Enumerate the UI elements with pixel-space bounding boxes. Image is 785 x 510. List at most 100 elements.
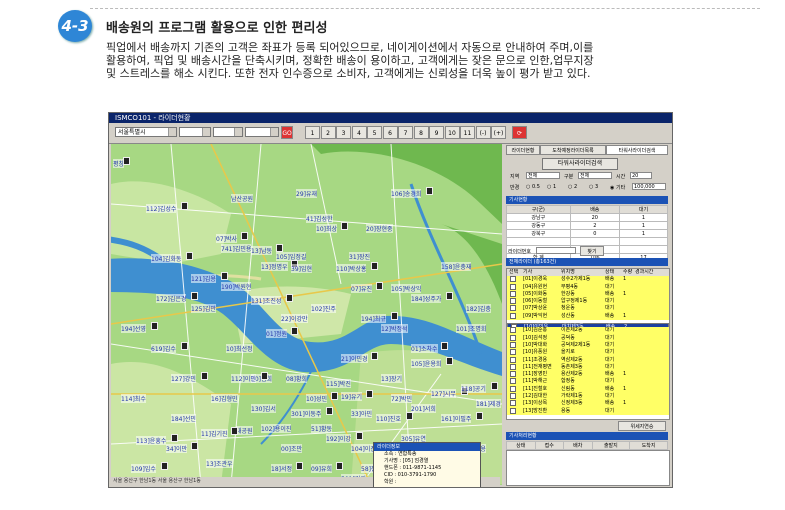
radius-option[interactable]: ○ 1 <box>547 184 556 190</box>
seoul-map[interactable]: 평창 남산공원 112]김성수 29]유재 106]송경희 41]김성한 10]최상 20]장… <box>111 144 502 485</box>
rider-marker-label[interactable]: 106]송경희 <box>391 189 422 198</box>
dong-select[interactable] <box>213 127 243 137</box>
rider-pin-icon[interactable] <box>491 382 498 390</box>
rider-marker-label[interactable]: 09]유희 <box>311 464 333 473</box>
checkbox[interactable] <box>510 334 516 341</box>
rider-marker-label[interactable]: 대공원 <box>236 426 253 435</box>
rider-marker-label[interactable]: 07]유진 <box>351 284 373 293</box>
rider-marker-label[interactable]: 13]장기 <box>381 374 403 383</box>
rider-marker-label[interactable]: 182]김충 <box>466 304 491 313</box>
rider-number-input[interactable] <box>536 247 576 254</box>
rider-marker-label[interactable]: 07]박사 <box>216 234 238 243</box>
zoom-level-button[interactable]: 2 <box>320 126 336 139</box>
rider-marker-label[interactable]: 18]서정 <box>271 464 293 473</box>
rider-pin-icon[interactable] <box>366 390 373 398</box>
rider-pin-icon[interactable] <box>446 357 453 365</box>
radius-input[interactable]: 100,000 <box>632 183 666 190</box>
zoom-level-button[interactable]: 1 <box>305 126 320 139</box>
rider-marker-label[interactable]: 21]이민경 <box>341 354 368 363</box>
rider-pin-icon[interactable] <box>446 292 453 300</box>
rider-marker-label[interactable]: 101]조명회 <box>456 324 487 333</box>
checkbox[interactable] <box>510 283 516 290</box>
status-filter[interactable]: 전체 <box>578 172 612 179</box>
zoom-level-button[interactable]: 3 <box>336 126 351 139</box>
rider-marker-label[interactable]: 161]이필주 <box>441 414 472 423</box>
rider-marker-label[interactable]: 110]박상홍 <box>336 264 367 273</box>
rider-marker-label[interactable]: 125]김만 <box>191 304 216 313</box>
zoom-level-button[interactable]: 7 <box>398 126 413 139</box>
rider-marker-label[interactable]: 105]윤용희 <box>411 359 442 368</box>
rider-list[interactable]: 선택 기사 위치명 상태 수량 경과시간 [01]이경욱 성수2가제1동 배송 1 [04]유원현… <box>506 268 670 420</box>
zoom-level-button[interactable]: 6 <box>382 126 398 139</box>
rider-marker-label[interactable]: 29]유재 <box>296 189 318 198</box>
rider-pin-icon[interactable] <box>231 427 238 435</box>
zoom-level-button[interactable]: 4 <box>351 126 367 139</box>
rider-pin-icon[interactable] <box>326 407 333 415</box>
list-item[interactable]: [11]조경용 역삼제2동 대기 <box>507 356 669 364</box>
rider-pin-icon[interactable] <box>191 292 198 300</box>
rider-info-popup[interactable]: 라이더정보 소속 : 연합특송 기사명 : [05] 엄경열 핸드폰 : 011… <box>373 442 481 487</box>
checkbox[interactable] <box>510 298 516 305</box>
rider-marker-label[interactable]: 남산공원 <box>231 194 254 203</box>
district-select[interactable] <box>179 127 211 137</box>
rider-pin-icon[interactable] <box>406 412 413 420</box>
checkbox[interactable] <box>510 363 516 370</box>
rider-marker-label[interactable]: 19]유기 <box>341 392 363 401</box>
rider-pin-icon[interactable] <box>376 282 383 290</box>
checkbox[interactable] <box>510 312 516 319</box>
checkbox[interactable] <box>510 400 516 407</box>
rider-marker-label[interactable]: 34]이만 <box>166 444 188 453</box>
rider-marker-label[interactable]: 01]정원 <box>266 329 288 338</box>
rider-marker-label[interactable]: 12]박정석 <box>381 324 408 333</box>
rider-marker-label[interactable]: 41]김성한 <box>306 214 333 223</box>
zoom-level-button[interactable]: 8 <box>413 126 429 139</box>
rider-marker-label[interactable]: 00]조만 <box>281 444 303 453</box>
rider-marker-label[interactable]: 13]정명우 <box>261 262 288 271</box>
time-filter[interactable]: 20 <box>630 172 652 179</box>
rider-marker-label[interactable]: 192]이강 <box>326 434 351 443</box>
list-item[interactable]: [10]유풍원 을지로 대기 <box>507 349 669 357</box>
rider-marker-label[interactable]: 10]최선정 <box>226 344 253 353</box>
checkbox[interactable] <box>510 305 516 312</box>
list-item[interactable]: [11]박해근 합정동 대기 <box>507 378 669 386</box>
rider-marker-label[interactable]: 118]공기 <box>461 384 486 393</box>
checkbox[interactable] <box>510 385 516 392</box>
rider-marker-label[interactable]: 16]김형민 <box>211 394 238 403</box>
rider-pin-icon[interactable] <box>221 272 228 280</box>
zoom-level-button[interactable]: 11 <box>460 126 475 139</box>
rider-marker-label[interactable]: 181]제경 <box>476 399 501 408</box>
rider-pin-icon[interactable] <box>391 312 398 320</box>
rider-marker-label[interactable]: 08]황희 <box>286 374 308 383</box>
rider-marker-label[interactable]: 113]윤흥수 <box>136 436 167 445</box>
rider-marker-label[interactable]: 301]이동주 <box>291 409 322 418</box>
rider-marker-label[interactable]: 105]박상익 <box>391 284 422 293</box>
rider-pin-icon[interactable] <box>186 252 193 260</box>
rider-pin-icon[interactable] <box>341 222 348 230</box>
list-item[interactable]: [11]진철호 신림동 배송 1 <box>507 385 669 394</box>
rider-pin-icon[interactable] <box>331 392 338 400</box>
checkbox[interactable] <box>510 393 516 400</box>
rider-pin-icon[interactable] <box>371 262 378 270</box>
rider-marker-label[interactable]: 121]김용 <box>191 274 216 283</box>
rider-marker-label[interactable]: 158]윤충재 <box>441 262 472 271</box>
rider-marker-label[interactable]: 110]진호 <box>376 414 401 423</box>
rider-marker-label[interactable]: 619]김수 <box>151 344 176 353</box>
rider-marker-label[interactable]: 33]아민 <box>351 409 373 418</box>
zoom-level-button[interactable]: (+) <box>491 126 506 139</box>
checkbox[interactable] <box>510 327 516 334</box>
list-item[interactable]: [10]김석정 공덕동 대기 <box>507 334 669 342</box>
rider-marker-label[interactable]: 201]서희 <box>411 404 436 413</box>
tab-rider-search[interactable]: 타워사라이더검색 <box>606 145 668 155</box>
refresh-icon[interactable]: ⟳ <box>512 126 527 139</box>
rider-marker-label[interactable]: 112]이민 <box>231 374 256 383</box>
rider-marker-label[interactable]: 127]강민 <box>171 374 196 383</box>
rider-marker-label[interactable]: 184]선민 <box>171 414 196 423</box>
rider-marker-label[interactable]: 13]조관우 <box>206 459 233 468</box>
rider-pin-icon[interactable] <box>371 352 378 360</box>
list-item[interactable]: [01]이경욱 성수2가제1동 배송 1 <box>507 276 669 284</box>
zoom-level-button[interactable]: (-) <box>475 126 491 139</box>
go-button[interactable]: GO <box>281 126 293 139</box>
rider-pin-icon[interactable] <box>161 462 168 470</box>
zoom-level-button[interactable]: 5 <box>367 126 382 139</box>
rider-marker-label[interactable]: 13]남동 <box>251 246 273 255</box>
